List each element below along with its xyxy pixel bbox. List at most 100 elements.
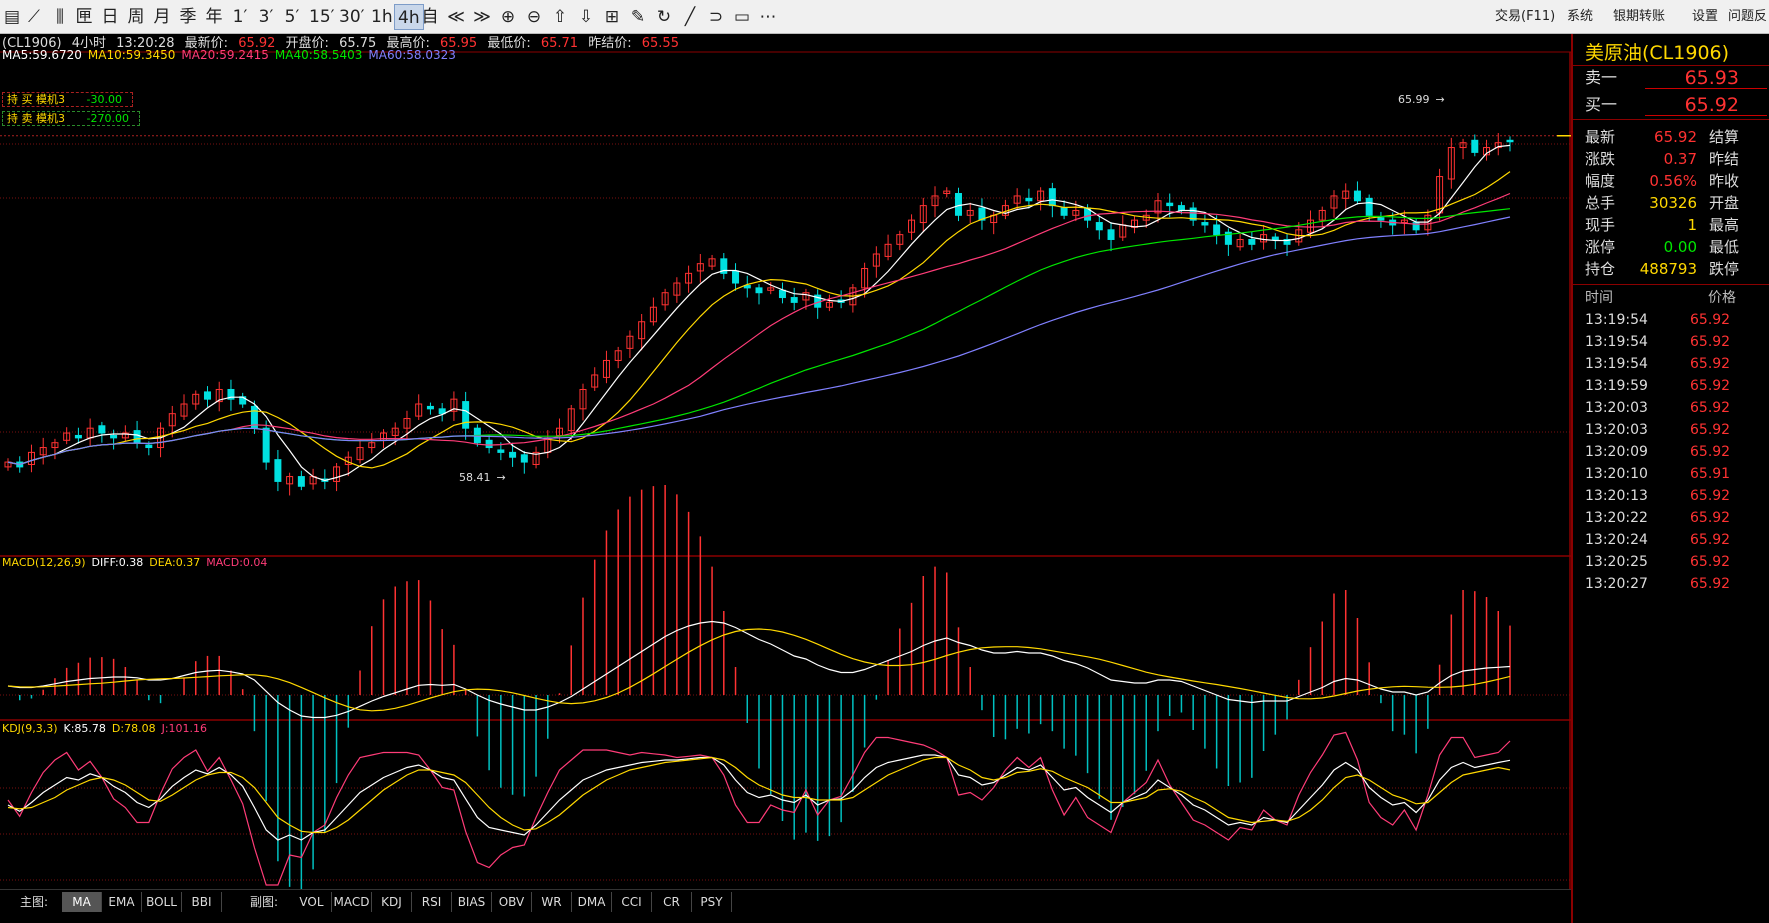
sub-tab-rsi[interactable]: RSI bbox=[412, 892, 452, 912]
candle-body bbox=[297, 476, 305, 487]
stat-row: 幅度 0.56% 昨收 bbox=[1573, 170, 1769, 192]
kline-chart[interactable] bbox=[0, 34, 1571, 889]
candle-body bbox=[274, 459, 282, 482]
stat-value: 488793 bbox=[1639, 260, 1697, 278]
stat-value: 1 bbox=[1687, 216, 1697, 234]
ticks-header-time: 时间 bbox=[1585, 290, 1613, 306]
candle-body bbox=[485, 439, 493, 449]
toolbar-period-30min[interactable]: 30′ bbox=[336, 4, 368, 30]
settle-value: 65.55 bbox=[641, 36, 679, 51]
arc-icon[interactable]: ⊃ bbox=[704, 4, 728, 30]
tick-time: 13:19:54 bbox=[1585, 356, 1648, 372]
grid-icon[interactable]: ⊞ bbox=[600, 4, 624, 30]
scroll-right-icon[interactable]: ≫ bbox=[470, 4, 494, 30]
kdj-legend-item-2: D:78.08 bbox=[111, 722, 156, 735]
bid-row[interactable]: 买一 65.92 bbox=[1573, 94, 1769, 116]
position-sell[interactable]: 持 卖 模机3 -270.00 bbox=[2, 110, 146, 126]
refresh-icon[interactable]: ↻ bbox=[652, 4, 676, 30]
tick-row: 13:20:03 65.92 bbox=[1573, 419, 1769, 441]
macd-legend: MACD(12,26,9) DIFF:0.38 DEA:0.37 MACD:0.04 bbox=[2, 556, 273, 569]
stat-value: 0.37 bbox=[1663, 150, 1697, 168]
toolbar-period-1h[interactable]: 1h bbox=[368, 4, 396, 30]
macd-legend-item-1: DIFF:0.38 bbox=[91, 556, 144, 569]
sub-tab-psy[interactable]: PSY bbox=[692, 892, 732, 912]
position-buy[interactable]: 持 买 模机3 -30.00 bbox=[2, 91, 139, 107]
sub-tab-wr[interactable]: WR bbox=[532, 892, 572, 912]
note-icon[interactable]: ▭ bbox=[730, 4, 754, 30]
tick-time: 13:19:54 bbox=[1585, 312, 1648, 328]
stat-label: 涨停 bbox=[1585, 238, 1616, 256]
candle-body bbox=[1213, 224, 1221, 236]
zoom-in-icon[interactable]: ⊕ bbox=[496, 4, 520, 30]
menu-item-2[interactable]: 银期转账 bbox=[1613, 0, 1665, 34]
menu-item-3[interactable]: 设置 bbox=[1692, 0, 1718, 34]
toolbar-period-month[interactable]: 月 bbox=[150, 4, 174, 30]
sub-tab-cr[interactable]: CR bbox=[652, 892, 692, 912]
tick-price: 65.92 bbox=[1690, 422, 1731, 438]
line-draw-icon[interactable]: ╱ bbox=[678, 4, 702, 30]
stat-right-label: 昨收 bbox=[1709, 172, 1740, 190]
toolbar-period-week[interactable]: 周 bbox=[124, 4, 148, 30]
zoom-out-icon[interactable]: ⊖ bbox=[522, 4, 546, 30]
ma10-line bbox=[7, 171, 1511, 469]
toolbar-period-1min[interactable]: 1′ bbox=[228, 4, 252, 30]
candle-body bbox=[1353, 190, 1361, 202]
tick-row: 13:20:09 65.92 bbox=[1573, 441, 1769, 463]
candle-icon[interactable]: ⫼ bbox=[48, 4, 72, 30]
sub-tab-kdj[interactable]: KDJ bbox=[372, 892, 412, 912]
sub-tab-cci[interactable]: CCI bbox=[612, 892, 652, 912]
menu-item-0[interactable]: 交易(F11) bbox=[1495, 0, 1555, 34]
toolbar-period-year[interactable]: 年 bbox=[202, 4, 226, 30]
stat-label: 涨跌 bbox=[1585, 150, 1616, 168]
tick-row: 13:19:54 65.92 bbox=[1573, 309, 1769, 331]
line-chart-icon[interactable]: ⟋ bbox=[22, 4, 46, 30]
tick-price: 65.92 bbox=[1690, 312, 1731, 328]
toolbar-period-5min[interactable]: 5′ bbox=[280, 4, 304, 30]
toolbar-period-15min[interactable]: 15′ bbox=[306, 4, 338, 30]
ask-row[interactable]: 卖一 65.93 bbox=[1573, 67, 1769, 89]
kline-icon[interactable]: ▤ bbox=[0, 4, 24, 30]
main-tab-ema[interactable]: EMA bbox=[102, 892, 142, 912]
chart-area[interactable]: (CL1906) 4小时 13:20:28 最新价: 65.92 开盘价: 65… bbox=[0, 34, 1571, 889]
toolbar-period-day[interactable]: 日 bbox=[98, 4, 122, 30]
menu-item-1[interactable]: 系统 bbox=[1567, 0, 1593, 34]
ma-legend-item-3: MA40:58.5403 bbox=[274, 48, 363, 62]
ask-label: 卖一 bbox=[1585, 68, 1618, 87]
down-arrow-icon[interactable]: ⇩ bbox=[574, 4, 598, 30]
sub-tab-obv[interactable]: OBV bbox=[492, 892, 532, 912]
candle-body bbox=[462, 401, 470, 429]
candle-body bbox=[110, 434, 118, 439]
toolbar-period-3min[interactable]: 3′ bbox=[254, 4, 278, 30]
toolbar-period-custom[interactable]: 自 bbox=[418, 4, 442, 30]
main-tab-bbi[interactable]: BBI bbox=[182, 892, 222, 912]
sub-tab-bias[interactable]: BIAS bbox=[452, 892, 492, 912]
high-marker-value: 65.99 bbox=[1398, 93, 1430, 106]
candle-body bbox=[520, 454, 528, 463]
tick-time: 13:20:03 bbox=[1585, 422, 1648, 438]
stat-row: 持仓 488793 跌停 bbox=[1573, 258, 1769, 280]
toolbar-period-quarter[interactable]: 季 bbox=[176, 4, 200, 30]
sub-tab-dma[interactable]: DMA bbox=[572, 892, 612, 912]
stat-row: 总手 30326 开盘 bbox=[1573, 192, 1769, 214]
candle-body bbox=[1248, 238, 1256, 245]
candle-body bbox=[778, 289, 786, 299]
menu-item-4[interactable]: 问题反馈 bbox=[1728, 0, 1769, 58]
kdj-d-line bbox=[7, 756, 1511, 834]
toolbar-period-1y[interactable]: 匣 bbox=[72, 4, 96, 30]
tick-row: 13:19:54 65.92 bbox=[1573, 353, 1769, 375]
more-icon[interactable]: ⋯ bbox=[756, 4, 780, 30]
sub-tab-vol[interactable]: VOL bbox=[292, 892, 332, 912]
up-arrow-icon[interactable]: ⇧ bbox=[548, 4, 572, 30]
sub-tab-macd[interactable]: MACD bbox=[332, 892, 372, 912]
settle-label: 昨结价: bbox=[588, 36, 632, 51]
low-value: 65.71 bbox=[540, 36, 579, 51]
draw-icon[interactable]: ✎ bbox=[626, 4, 650, 30]
tick-price: 65.92 bbox=[1690, 356, 1731, 372]
ticks-header-price: 价格 bbox=[1708, 290, 1736, 306]
candle-body bbox=[262, 427, 270, 463]
scroll-left-icon[interactable]: ≪ bbox=[444, 4, 468, 30]
main-tab-boll[interactable]: BOLL bbox=[142, 892, 182, 912]
ma-legend: MA5:59.6720 MA10:59.3450 MA20:59.2415 MA40:… bbox=[2, 48, 462, 62]
candle-body bbox=[1471, 139, 1479, 153]
main-tab-ma[interactable]: MA bbox=[62, 892, 102, 912]
